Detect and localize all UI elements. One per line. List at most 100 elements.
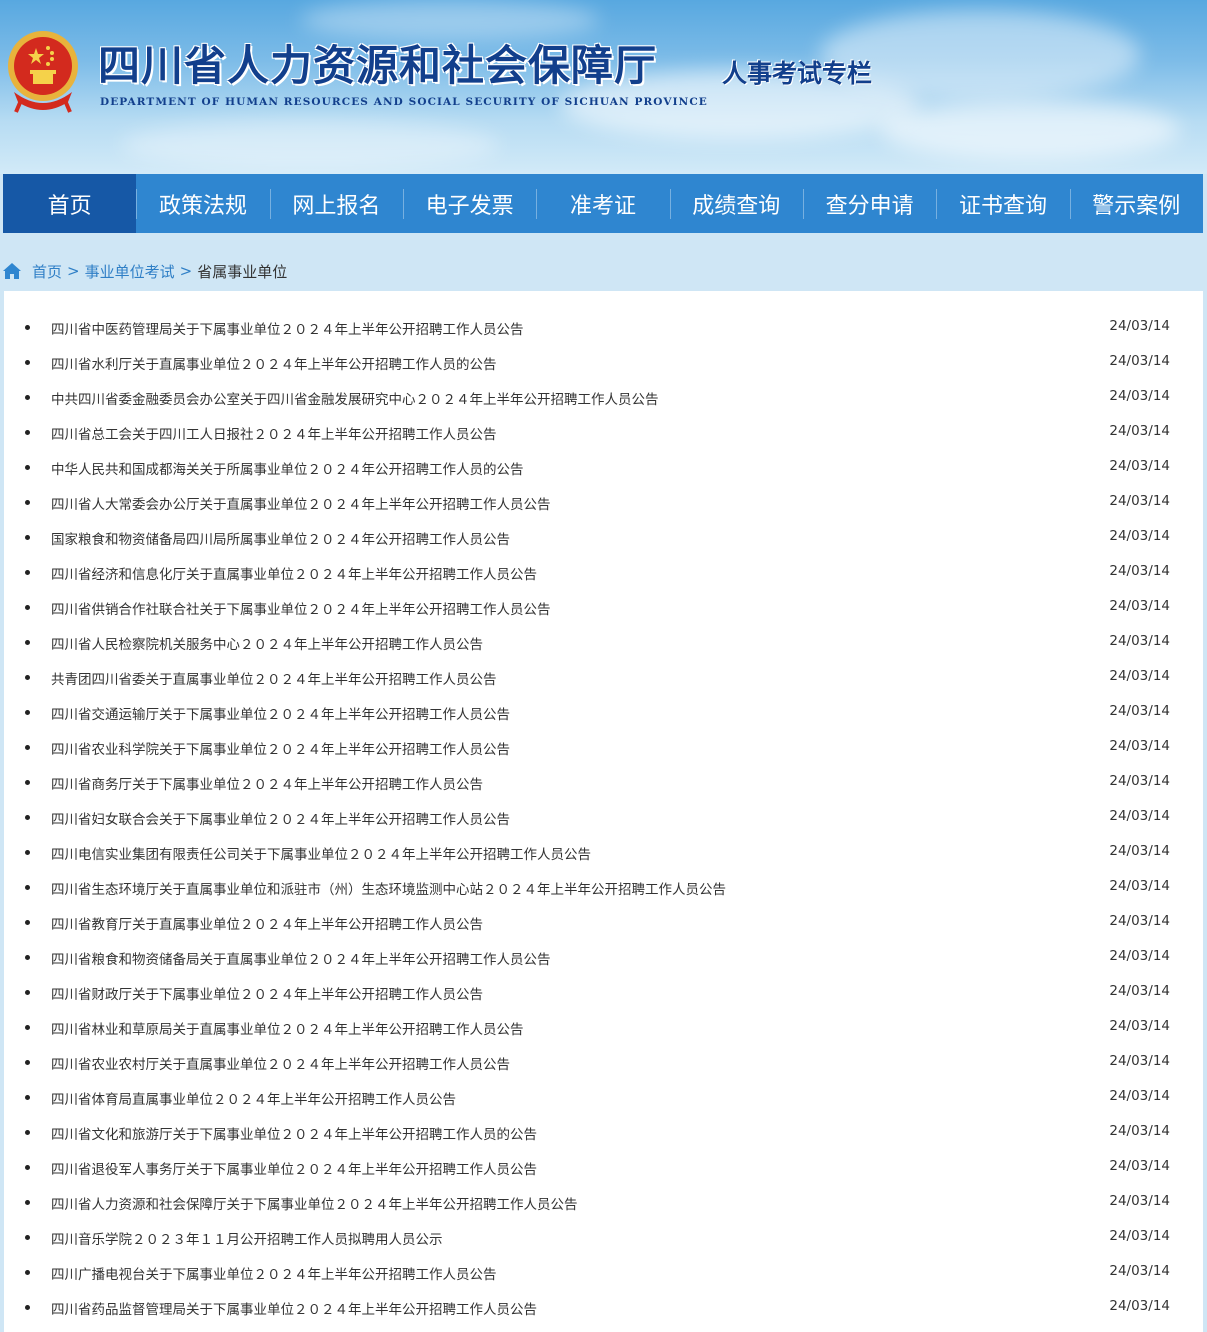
list-item: 四川省人力资源和社会保障厅关于下属事业单位２０２４年上半年公开招聘工作人员公告 2… — [4, 1185, 1203, 1220]
announcement-link[interactable]: 四川省农业科学院关于下属事业单位２０２４年上半年公开招聘工作人员公告 — [51, 738, 510, 758]
announcement-link[interactable]: 四川省交通运输厅关于下属事业单位２０２４年上半年公开招聘工作人员公告 — [51, 703, 510, 723]
announcement-link[interactable]: 四川音乐学院２０２３年１１月公开招聘工作人员拟聘用人员公示 — [51, 1228, 443, 1248]
announcement-link[interactable]: 四川电信实业集团有限责任公司关于下属事业单位２０２４年上半年公开招聘工作人员公告 — [51, 843, 591, 863]
cloud-decoration — [120, 120, 500, 170]
announcement-link[interactable]: 四川省农业农村厅关于直属事业单位２０２４年上半年公开招聘工作人员公告 — [51, 1053, 510, 1073]
announcement-link[interactable]: 四川省中医药管理局关于下属事业单位２０２４年上半年公开招聘工作人员公告 — [51, 318, 524, 338]
announcement-link[interactable]: 四川省人大常委会办公厅关于直属事业单位２０２４年上半年公开招聘工作人员公告 — [51, 493, 551, 513]
announcement-link[interactable]: 四川省生态环境厅关于直属事业单位和派驻市（州）生态环境监测中心站２０２４年上半年… — [51, 878, 726, 898]
nav-item-score-query[interactable]: 成绩查询 — [669, 174, 803, 233]
announcement-link[interactable]: 共青团四川省委关于直属事业单位２０２４年上半年公开招聘工作人员公告 — [51, 668, 497, 688]
bullet-icon — [25, 395, 30, 400]
nav-item-score-review[interactable]: 查分申请 — [802, 174, 936, 233]
announcement-date: 24/03/14 — [1109, 983, 1170, 999]
nav-item-certificate-query[interactable]: 证书查询 — [936, 174, 1069, 233]
announcement-link[interactable]: 四川省水利厅关于直属事业单位２０２４年上半年公开招聘工作人员的公告 — [51, 353, 497, 373]
list-item: 四川省生态环境厅关于直属事业单位和派驻市（州）生态环境监测中心站２０２４年上半年… — [4, 870, 1203, 905]
list-item: 四川省药品监督管理局关于下属事业单位２０２４年上半年公开招聘工作人员公告 24/0… — [4, 1290, 1203, 1325]
bullet-icon — [25, 815, 30, 820]
list-item: 四川省人大常委会办公厅关于直属事业单位２０２４年上半年公开招聘工作人员公告 24/… — [4, 485, 1203, 520]
announcement-date: 24/03/14 — [1109, 353, 1170, 369]
bullet-icon — [25, 1130, 30, 1135]
announcement-link[interactable]: 中共四川省委金融委员会办公室关于四川省金融发展研究中心２０２４年上半年公开招聘工… — [51, 388, 659, 408]
announcement-link[interactable]: 四川省药品监督管理局关于下属事业单位２０２４年上半年公开招聘工作人员公告 — [51, 1298, 537, 1318]
cloud-decoration — [880, 100, 1180, 160]
announcement-link[interactable]: 四川省体育局直属事业单位２０２４年上半年公开招聘工作人员公告 — [51, 1088, 456, 1108]
list-item: 四川电信实业集团有限责任公司关于下属事业单位２０２４年上半年公开招聘工作人员公告… — [4, 835, 1203, 870]
breadcrumb-category-link[interactable]: 事业单位考试 — [85, 261, 175, 282]
announcement-link[interactable]: 四川省妇女联合会关于下属事业单位２０２４年上半年公开招聘工作人员公告 — [51, 808, 510, 828]
announcement-date: 24/03/14 — [1109, 528, 1170, 544]
list-item: 中共四川省委金融委员会办公室关于四川省金融发展研究中心２０２４年上半年公开招聘工… — [4, 380, 1203, 415]
breadcrumb-home-link[interactable]: 首页 — [32, 261, 62, 282]
breadcrumb: 首页 > 事业单位考试 > 省属事业单位 — [0, 258, 287, 284]
list-item: 四川省农业农村厅关于直属事业单位２０２４年上半年公开招聘工作人员公告 24/03/… — [4, 1045, 1203, 1080]
section-subtitle: 人事考试专栏 — [722, 59, 873, 88]
announcement-date: 24/03/14 — [1109, 1193, 1170, 1209]
breadcrumb-separator: > — [67, 262, 80, 280]
announcement-date: 24/03/14 — [1109, 703, 1170, 719]
bullet-icon — [25, 1200, 30, 1205]
announcement-link[interactable]: 四川省人力资源和社会保障厅关于下属事业单位２０２４年上半年公开招聘工作人员公告 — [51, 1193, 578, 1213]
list-item: 四川省财政厅关于下属事业单位２０２４年上半年公开招聘工作人员公告 24/03/14 — [4, 975, 1203, 1010]
list-item: 四川省教育厅关于直属事业单位２０２４年上半年公开招聘工作人员公告 24/03/14 — [4, 905, 1203, 940]
nav-item-invoice[interactable]: 电子发票 — [402, 174, 536, 233]
list-item: 四川省林业和草原局关于直属事业单位２０２４年上半年公开招聘工作人员公告 24/03… — [4, 1010, 1203, 1045]
announcement-link[interactable]: 四川省文化和旅游厅关于下属事业单位２０２４年上半年公开招聘工作人员的公告 — [51, 1123, 537, 1143]
announcement-link[interactable]: 国家粮食和物资储备局四川局所属事业单位２０２４年公开招聘工作人员公告 — [51, 528, 510, 548]
announcement-date: 24/03/14 — [1109, 1228, 1170, 1244]
nav-item-policy[interactable]: 政策法规 — [136, 174, 269, 233]
national-emblem-icon — [8, 31, 78, 113]
list-item: 四川音乐学院２０２３年１１月公开招聘工作人员拟聘用人员公示 24/03/14 — [4, 1220, 1203, 1255]
announcement-date: 24/03/14 — [1109, 738, 1170, 754]
nav-item-registration[interactable]: 网上报名 — [269, 174, 403, 233]
announcement-link[interactable]: 四川省商务厅关于下属事业单位２０２４年上半年公开招聘工作人员公告 — [51, 773, 483, 793]
bullet-icon — [25, 745, 30, 750]
breadcrumb-current: 省属事业单位 — [197, 262, 288, 281]
bullet-icon — [25, 1270, 30, 1275]
list-item: 四川省妇女联合会关于下属事业单位２０２４年上半年公开招聘工作人员公告 24/03/… — [4, 800, 1203, 835]
announcement-link[interactable]: 四川广播电视台关于下属事业单位２０２４年上半年公开招聘工作人员公告 — [51, 1263, 497, 1283]
list-item: 四川省体育局直属事业单位２０２４年上半年公开招聘工作人员公告 24/03/14 — [4, 1080, 1203, 1115]
list-item: 四川省中医药管理局关于下属事业单位２０２４年上半年公开招聘工作人员公告 24/03… — [4, 310, 1203, 345]
announcement-date: 24/03/14 — [1109, 1298, 1170, 1314]
announcement-link[interactable]: 四川省林业和草原局关于直属事业单位２０２４年上半年公开招聘工作人员公告 — [51, 1018, 524, 1038]
announcement-link[interactable]: 四川省人民检察院机关服务中心２０２４年上半年公开招聘工作人员公告 — [51, 633, 483, 653]
bullet-icon — [25, 465, 30, 470]
home-icon — [3, 263, 21, 279]
list-item: 四川省总工会关于四川工人日报社２０２４年上半年公开招聘工作人员公告 24/03/1… — [4, 415, 1203, 450]
announcement-link[interactable]: 四川省经济和信息化厅关于直属事业单位２０２４年上半年公开招聘工作人员公告 — [51, 563, 537, 583]
announcement-link[interactable]: 四川省教育厅关于直属事业单位２０２４年上半年公开招聘工作人员公告 — [51, 913, 483, 933]
announcement-date: 24/03/14 — [1109, 423, 1170, 439]
announcement-link[interactable]: 四川省退役军人事务厅关于下属事业单位２０２４年上半年公开招聘工作人员公告 — [51, 1158, 537, 1178]
announcement-link[interactable]: 四川省总工会关于四川工人日报社２０２４年上半年公开招聘工作人员公告 — [51, 423, 497, 443]
announcement-link[interactable]: 四川省财政厅关于下属事业单位２０２４年上半年公开招聘工作人员公告 — [51, 983, 483, 1003]
announcement-link[interactable]: 中华人民共和国成都海关关于所属事业单位２０２４年公开招聘工作人员的公告 — [51, 458, 524, 478]
announcement-date: 24/03/14 — [1109, 598, 1170, 614]
announcement-link[interactable]: 四川省粮食和物资储备局关于直属事业单位２０２４年上半年公开招聘工作人员公告 — [51, 948, 551, 968]
announcement-date: 24/03/14 — [1109, 1158, 1170, 1174]
site-title-en: DEPARTMENT OF HUMAN RESOURCES AND SOCIAL… — [100, 96, 708, 108]
site-title: 四川省人力资源和社会保障厅 — [98, 41, 658, 90]
nav-item-warning-cases[interactable]: 警示案例 — [1069, 174, 1203, 233]
announcement-date: 24/03/14 — [1109, 773, 1170, 789]
bullet-icon — [25, 1235, 30, 1240]
announcement-date: 24/03/14 — [1109, 843, 1170, 859]
nav-item-home[interactable]: 首页 — [3, 174, 137, 233]
announcement-date: 24/03/14 — [1109, 1053, 1170, 1069]
nav-item-admission-ticket[interactable]: 准考证 — [536, 174, 669, 233]
bullet-icon — [25, 885, 30, 890]
announcement-date: 24/03/14 — [1109, 1088, 1170, 1104]
list-item: 四川省粮食和物资储备局关于直属事业单位２０２４年上半年公开招聘工作人员公告 24/… — [4, 940, 1203, 975]
bullet-icon — [25, 920, 30, 925]
bullet-icon — [25, 640, 30, 645]
list-item: 四川省退役军人事务厅关于下属事业单位２０２４年上半年公开招聘工作人员公告 24/0… — [4, 1150, 1203, 1185]
bullet-icon — [25, 710, 30, 715]
bullet-icon — [25, 500, 30, 505]
announcement-date: 24/03/14 — [1109, 318, 1170, 334]
announcement-link[interactable]: 四川省供销合作社联合社关于下属事业单位２０２４年上半年公开招聘工作人员公告 — [51, 598, 551, 618]
bullet-icon — [25, 1060, 30, 1065]
bullet-icon — [25, 1305, 30, 1310]
list-item: 四川省人民检察院机关服务中心２０２４年上半年公开招聘工作人员公告 24/03/14 — [4, 625, 1203, 660]
bullet-icon — [25, 1165, 30, 1170]
